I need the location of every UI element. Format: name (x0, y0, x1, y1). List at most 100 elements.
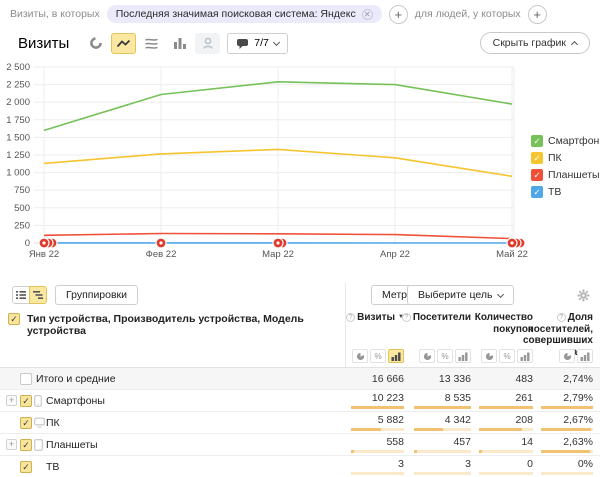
table-settings-button[interactable] (577, 289, 590, 302)
metric-value: 457 (453, 436, 471, 448)
pie-display-toggle[interactable] (559, 349, 575, 363)
view-mode-toggle (12, 286, 47, 304)
notes-filter-dropdown[interactable]: 7/7 (227, 33, 288, 54)
row-checkbox[interactable]: ✓ (20, 417, 32, 429)
metric-cell: 558 (351, 434, 404, 455)
column-display-toggles: % (352, 349, 404, 363)
row-checkbox[interactable]: ✓ (20, 439, 32, 451)
pie-display-toggle[interactable] (481, 349, 497, 363)
flat-list-icon (15, 289, 27, 301)
map-chart-type-button[interactable] (195, 33, 220, 54)
totals-row: Итого и средние16 66613 3364832,74% (0, 368, 600, 390)
metric-bar-fill (479, 428, 522, 431)
metric-cell: 457 (414, 434, 471, 455)
stacked-chart-type-button[interactable] (139, 33, 164, 54)
pie-display-toggle[interactable] (419, 349, 435, 363)
bar-display-toggle[interactable] (577, 349, 593, 363)
row-label: ТВ (46, 461, 59, 473)
table-header: ✓ Тип устройства, Производитель устройст… (0, 307, 600, 368)
legend-checkbox-icon[interactable]: ✓ (531, 152, 543, 164)
metric-bar-fill (351, 428, 381, 431)
metric-value: 2,79% (563, 392, 593, 404)
metric-bar (541, 472, 593, 475)
row-dimension: ✓ПК (0, 412, 345, 433)
legend-item-1[interactable]: ✓ПК (531, 149, 600, 166)
metrica-report-screen: Визиты, в которых Последняя значимая пои… (0, 0, 600, 477)
help-icon[interactable]: ? (402, 313, 411, 322)
help-icon[interactable]: ? (346, 313, 355, 322)
metric-value: 2,63% (563, 436, 593, 448)
row-dimension: +✓ Планшеты (0, 434, 345, 455)
dimension-header-label[interactable]: Тип устройства, Производитель устройства… (27, 313, 327, 337)
metric-value: 3 (465, 458, 471, 470)
chart-legend: ✓Смартфоны✓ПК✓Планшеты✓ТВ (531, 132, 600, 200)
row-dimension: ✓ ТВ (0, 456, 345, 477)
pie-chart-type-button[interactable] (83, 33, 108, 54)
metric-value: 16 666 (372, 373, 404, 385)
metric-bar-fill (351, 406, 404, 409)
expand-row-button[interactable]: + (6, 395, 17, 406)
y-axis-tick-label: 2 500 (6, 62, 30, 73)
bar-display-toggle[interactable] (388, 349, 404, 363)
line-chart-type-button[interactable] (111, 33, 136, 54)
metric-bar (351, 450, 404, 453)
bar-display-toggle[interactable] (455, 349, 471, 363)
tree-view-button[interactable] (29, 286, 47, 304)
remove-segment-icon[interactable]: ✕ (362, 9, 373, 20)
percent-display-toggle[interactable]: % (499, 349, 515, 363)
goal-select-dropdown[interactable]: Выберите цель (407, 285, 514, 305)
legend-checkbox-icon[interactable]: ✓ (531, 169, 543, 181)
percent-display-toggle[interactable]: % (370, 349, 386, 363)
help-icon[interactable]: ? (557, 313, 566, 322)
row-label: Итого и средние (36, 373, 116, 385)
percent-display-toggle[interactable]: % (437, 349, 453, 363)
row-label: Смартфоны (46, 395, 105, 407)
metric-value: 8 535 (445, 392, 471, 404)
expand-row-button[interactable]: + (6, 439, 17, 450)
row-metrics: 5 8824 3422082,67% (346, 412, 600, 433)
hide-chart-label: Скрыть график (493, 37, 566, 49)
segment-pill[interactable]: Последняя значимая поисковая система: Ян… (107, 5, 382, 23)
column-chart-type-button[interactable] (167, 33, 192, 54)
select-all-checkbox[interactable]: ✓ (8, 313, 20, 325)
flat-list-view-button[interactable] (12, 286, 30, 304)
metric-value: 4 342 (445, 414, 471, 426)
metric-bar (351, 472, 404, 475)
legend-item-3[interactable]: ✓ТВ (531, 183, 600, 200)
chart-title: Визиты (18, 35, 69, 52)
row-label: Планшеты (46, 439, 98, 451)
metric-cell: 10 223 (351, 390, 404, 411)
y-axis-tick-label: 0 (25, 238, 30, 249)
metric-value: 14 (521, 436, 533, 448)
metric-bar-fill (479, 450, 482, 453)
legend-checkbox-icon[interactable]: ✓ (531, 135, 543, 147)
row-checkbox[interactable]: ✓ (20, 395, 32, 407)
row-checkbox[interactable] (20, 373, 32, 385)
metric-bar-fill (541, 428, 591, 431)
y-axis-tick-label: 1 250 (6, 150, 30, 161)
metric-bar-fill (414, 428, 443, 431)
legend-checkbox-icon[interactable]: ✓ (531, 186, 543, 198)
metric-cell: 5 882 (351, 412, 404, 433)
row-metrics: 558 457 14 2,63% (346, 434, 600, 455)
pie-display-toggle[interactable] (352, 349, 368, 363)
y-axis-tick-label: 2 250 (6, 80, 30, 91)
metric-cell: 3 (351, 456, 404, 477)
map-pin-icon (201, 36, 215, 50)
table-row: +✓ Планшеты 558 457 14 2,63% (0, 434, 600, 456)
legend-item-0[interactable]: ✓Смартфоны (531, 132, 600, 149)
line-chart-icon (116, 36, 131, 50)
row-checkbox[interactable]: ✓ (20, 461, 32, 473)
add-visit-condition-button[interactable]: + (389, 5, 408, 24)
legend-item-2[interactable]: ✓Планшеты (531, 166, 600, 183)
column-sort-label[interactable]: ?Визиты▼ (328, 312, 404, 324)
tablet-icon (34, 439, 44, 451)
metric-cell: 4 342 (414, 412, 471, 433)
metric-cell: 3 (414, 456, 471, 477)
metric-bar-fill (351, 450, 354, 453)
metric-value: 558 (386, 436, 404, 448)
metric-cell: 13 336 (414, 368, 471, 389)
groupings-button[interactable]: Группировки (55, 285, 138, 305)
add-people-condition-button[interactable]: + (528, 5, 547, 24)
hide-chart-button[interactable]: Скрыть график (480, 32, 590, 54)
